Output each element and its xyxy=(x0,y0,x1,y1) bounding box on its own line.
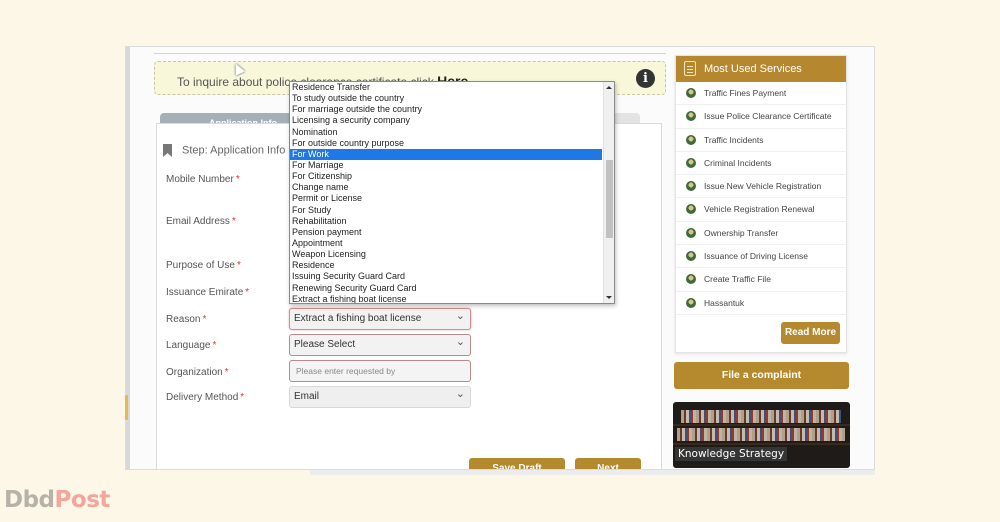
delivery-method-select[interactable]: Email xyxy=(289,384,471,408)
police-emblem-icon xyxy=(686,111,696,122)
file-complaint-button[interactable]: File a complaint xyxy=(674,362,849,389)
label-issuance-emirate: Issuance Emirate * xyxy=(166,287,250,298)
info-icon: i xyxy=(636,69,655,88)
dropdown-options: Residence Transfer To study outside the c… xyxy=(290,82,614,303)
service-label: Hassantuk xyxy=(704,297,745,308)
service-label: Create Traffic File xyxy=(704,274,771,285)
service-link[interactable]: Hassantuk xyxy=(676,292,846,315)
scroll-up-icon[interactable] xyxy=(606,86,612,89)
police-emblem-icon xyxy=(686,274,696,285)
side-feedback-tab[interactable] xyxy=(125,395,128,420)
service-label: Issuance of Driving License xyxy=(704,251,808,262)
language-select[interactable]: Please Select xyxy=(289,332,471,356)
service-label: Traffic Fines Payment xyxy=(704,88,787,98)
police-emblem-icon xyxy=(686,204,696,215)
scroll-thumb[interactable] xyxy=(606,160,613,238)
police-emblem-icon xyxy=(686,181,696,192)
step-heading: Step: Application Info xyxy=(163,144,285,157)
dropdown-option[interactable]: Change name xyxy=(290,182,614,193)
service-link[interactable]: Traffic Fines Payment xyxy=(676,82,846,106)
service-link[interactable]: Issuance of Driving License xyxy=(676,245,846,269)
dropdown-option[interactable]: For Citizenship xyxy=(290,171,614,182)
dropdown-option[interactable]: Rehabilitation xyxy=(290,216,614,227)
service-link[interactable]: Traffic Incidents xyxy=(676,129,846,152)
label-email-address: Email Address * xyxy=(166,216,236,227)
police-emblem-icon xyxy=(686,297,696,308)
scroll-down-icon[interactable] xyxy=(606,296,612,299)
knowledge-strategy-label: Knowledge Strategy xyxy=(675,447,788,461)
taskbar-strip xyxy=(310,470,875,475)
dropdown-option[interactable]: Nomination xyxy=(290,127,614,138)
dropdown-option[interactable]: Extract a fishing boat license xyxy=(290,294,614,303)
label-reason: Reason * xyxy=(166,314,207,325)
services-header: Most Used Services xyxy=(676,56,846,82)
reason-dropdown-list[interactable]: Residence Transfer To study outside the c… xyxy=(289,81,615,304)
police-emblem-icon xyxy=(686,134,696,145)
services-title: Most Used Services xyxy=(704,63,802,75)
dropdown-option[interactable]: For outside country purpose xyxy=(290,138,614,149)
dropdown-option[interactable]: Permit or License xyxy=(290,193,614,204)
service-link[interactable]: Vehicle Registration Renewal xyxy=(676,198,846,222)
service-label: Ownership Transfer xyxy=(704,227,779,238)
label-delivery-method: Delivery Method * xyxy=(166,392,245,403)
label-purpose-of-use: Purpose of Use * xyxy=(166,260,241,271)
services-list: Traffic Fines Payment Issue Police Cleara… xyxy=(676,82,846,315)
dropdown-option[interactable]: Licensing a security company xyxy=(290,115,614,126)
reason-select[interactable]: Extract a fishing boat license xyxy=(289,306,471,330)
dropdown-scrollbar[interactable] xyxy=(603,82,614,303)
dropdown-option[interactable]: Appointment xyxy=(290,238,614,249)
dropdown-option[interactable]: Residence Transfer xyxy=(290,82,614,93)
bookmark-icon xyxy=(163,144,172,157)
dropdown-option[interactable]: Pension payment xyxy=(290,227,614,238)
dropdown-option[interactable]: Weapon Licensing xyxy=(290,249,614,260)
dbdpost-logo: DbdPost xyxy=(4,487,110,513)
dropdown-option[interactable]: Issuing Security Guard Card xyxy=(290,271,614,282)
label-organization: Organization * xyxy=(166,367,229,378)
shelf-line xyxy=(673,443,850,445)
dropdown-option[interactable]: To study outside the country xyxy=(290,93,614,104)
step-title: Step: Application Info xyxy=(182,144,286,157)
next-button[interactable]: Next xyxy=(575,458,641,469)
bookshelf-image xyxy=(677,428,845,441)
bookshelf-image xyxy=(681,410,841,423)
dropdown-option[interactable]: For Marriage xyxy=(290,160,614,171)
service-link[interactable]: Ownership Transfer xyxy=(676,222,846,246)
service-link[interactable]: Criminal Incidents xyxy=(676,152,846,176)
service-label: Vehicle Registration Renewal xyxy=(704,204,815,215)
dropdown-option[interactable]: For Work xyxy=(290,148,602,160)
divider xyxy=(154,53,666,54)
most-used-services-panel: Most Used Services Traffic Fines Payment… xyxy=(675,55,847,353)
organization-input[interactable]: Please enter requested by xyxy=(289,360,471,382)
dropdown-option[interactable]: Residence xyxy=(290,260,614,271)
label-language: Language * xyxy=(166,340,217,351)
shelf-line xyxy=(673,424,850,426)
service-link[interactable]: Issue New Vehicle Registration xyxy=(676,175,846,199)
service-label: Issue New Vehicle Registration xyxy=(704,181,822,192)
save-draft-button[interactable]: Save Draft xyxy=(469,458,565,469)
service-label: Issue Police Clearance Certificate xyxy=(704,111,832,122)
police-emblem-icon xyxy=(686,227,696,238)
label-mobile-number: Mobile Number * xyxy=(166,174,240,185)
document-icon xyxy=(684,61,696,76)
dropdown-option[interactable]: For Study xyxy=(290,205,614,216)
dropdown-option[interactable]: For marriage outside the country xyxy=(290,104,614,115)
service-link[interactable]: Create Traffic File xyxy=(676,268,846,292)
service-label: Traffic Incidents xyxy=(704,134,764,145)
service-link[interactable]: Issue Police Clearance Certificate xyxy=(676,105,846,129)
police-emblem-icon xyxy=(686,157,696,168)
service-label: Criminal Incidents xyxy=(704,157,772,168)
knowledge-strategy-banner[interactable]: Knowledge Strategy xyxy=(673,402,850,468)
police-emblem-icon xyxy=(686,251,696,262)
police-emblem-icon xyxy=(686,88,696,98)
read-more-button[interactable]: Read More xyxy=(781,322,840,344)
dropdown-option[interactable]: Renewing Security Guard Card xyxy=(290,283,614,294)
